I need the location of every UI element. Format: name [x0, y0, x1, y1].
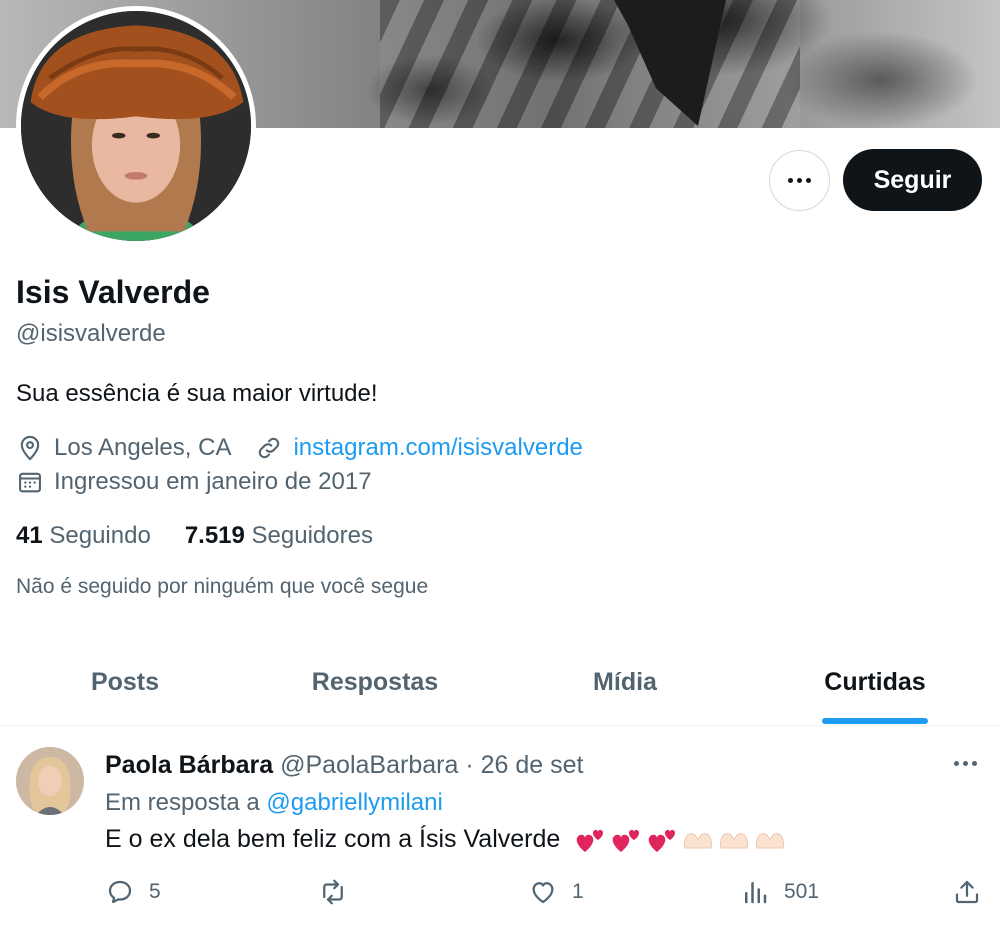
heart-hands-icon — [756, 833, 785, 849]
profile-handle: @isisvalverde — [16, 320, 166, 347]
views-count: 501 — [784, 880, 820, 903]
active-tab-indicator — [822, 718, 928, 724]
profile-joined-row: Ingressou em janeiro de 2017 — [16, 468, 372, 496]
follow-button[interactable]: Seguir — [843, 149, 982, 211]
banner-shadow-pattern — [380, 0, 800, 128]
profile-tabs: Posts Respostas Mídia Curtidas — [0, 640, 1000, 726]
tab-replies[interactable]: Respostas — [250, 640, 500, 725]
following-count: 41 — [16, 522, 43, 549]
tab-label: Respostas — [311, 668, 439, 696]
tab-media[interactable]: Mídia — [500, 640, 750, 725]
post-item[interactable]: Paola Bárbara @PaolaBarbara · 26 de set … — [0, 727, 1000, 925]
profile-location: Los Angeles, CA — [54, 434, 232, 461]
post-actions: 5 1 501 — [0, 877, 1000, 913]
two-hearts-icon — [648, 830, 676, 853]
reply-prefix: Em resposta a — [105, 789, 260, 816]
views-button[interactable]: 501 — [740, 877, 819, 907]
post-author-name[interactable]: Paola Bárbara — [105, 751, 273, 779]
share-upload-icon — [955, 880, 979, 904]
profile-website-link[interactable]: instagram.com/isisvalverde — [293, 434, 582, 462]
followers-stat[interactable]: 7.519 Seguidores — [185, 522, 373, 550]
following-label: Seguindo — [49, 522, 151, 549]
post-body: E o ex dela bem feliz com a Ísis Valverd… — [105, 825, 787, 854]
reply-icon — [108, 880, 132, 904]
views-bar-chart-icon — [745, 882, 767, 904]
post-date[interactable]: 26 de set — [481, 751, 584, 779]
link-icon — [259, 437, 280, 459]
tab-likes[interactable]: Curtidas — [750, 640, 1000, 725]
avatar-image — [21, 11, 251, 241]
profile-name: Isis Valverde — [16, 274, 210, 310]
like-count: 1 — [572, 880, 584, 903]
reply-context: Em resposta a @gabriellymilani — [105, 789, 443, 817]
share-button[interactable] — [952, 877, 996, 907]
two-hearts-icon — [612, 830, 640, 853]
reply-button[interactable]: 5 — [105, 877, 161, 907]
two-hearts-icon — [576, 830, 604, 853]
like-button[interactable]: 1 — [528, 877, 584, 907]
retweet-icon — [323, 879, 343, 905]
tab-label: Curtidas — [824, 668, 926, 696]
post-header: Paola Bárbara @PaolaBarbara · 26 de set — [105, 751, 583, 780]
more-horizontal-icon — [788, 178, 811, 183]
author-avatar-image — [16, 747, 84, 815]
heart-hands-icon — [684, 833, 713, 849]
followers-count: 7.519 — [184, 522, 245, 549]
location-pin-icon — [20, 435, 40, 461]
reply-mention-link[interactable]: @gabriellymilani — [266, 789, 442, 816]
reply-count: 5 — [149, 880, 161, 903]
post-text: E o ex dela bem feliz com a Ísis Valverd… — [105, 825, 561, 853]
not-followed-notice: Não é seguido por ninguém que você segue — [16, 575, 429, 598]
heart-outline-icon — [532, 882, 554, 904]
profile-avatar[interactable] — [16, 6, 256, 246]
followers-label: Seguidores — [251, 522, 373, 549]
profile-meta-row: Los Angeles, CA instagram.com/isisvalver… — [16, 434, 583, 462]
tab-posts[interactable]: Posts — [0, 640, 250, 725]
post-author-avatar[interactable] — [16, 747, 84, 815]
emoji-group — [573, 826, 787, 854]
retweet-button[interactable] — [318, 877, 362, 907]
profile-bio: Sua essência é sua maior virtude! — [16, 380, 378, 407]
profile-joined: Ingressou em janeiro de 2017 — [54, 468, 372, 495]
heart-hands-icon — [720, 833, 749, 849]
profile-stats: 41 Seguindo 7.519 Seguidores — [16, 522, 373, 550]
calendar-icon — [19, 472, 41, 493]
post-separator: · — [465, 751, 474, 779]
more-options-button[interactable] — [769, 150, 830, 211]
following-stat[interactable]: 41 Seguindo — [16, 522, 151, 550]
post-more-button[interactable] — [950, 757, 981, 770]
tab-label: Mídia — [593, 668, 657, 696]
post-author-handle[interactable]: @PaolaBarbara — [280, 751, 458, 779]
tab-label: Posts — [90, 668, 160, 696]
